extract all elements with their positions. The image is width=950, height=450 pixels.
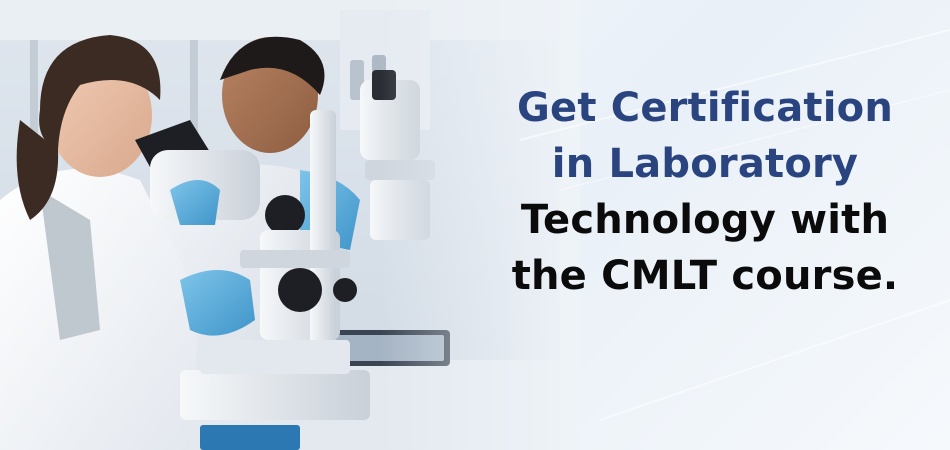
headline-line-4: the CMLT course. [511,253,899,299]
headline: Get Certification in Laboratory Technolo… [470,80,940,304]
promo-banner: Get Certification in Laboratory Technolo… [0,0,950,450]
headline-line-1: Get Certification [516,85,894,131]
headline-line-2: in Laboratory [551,141,859,187]
headline-line-3: Technology with [520,197,890,243]
